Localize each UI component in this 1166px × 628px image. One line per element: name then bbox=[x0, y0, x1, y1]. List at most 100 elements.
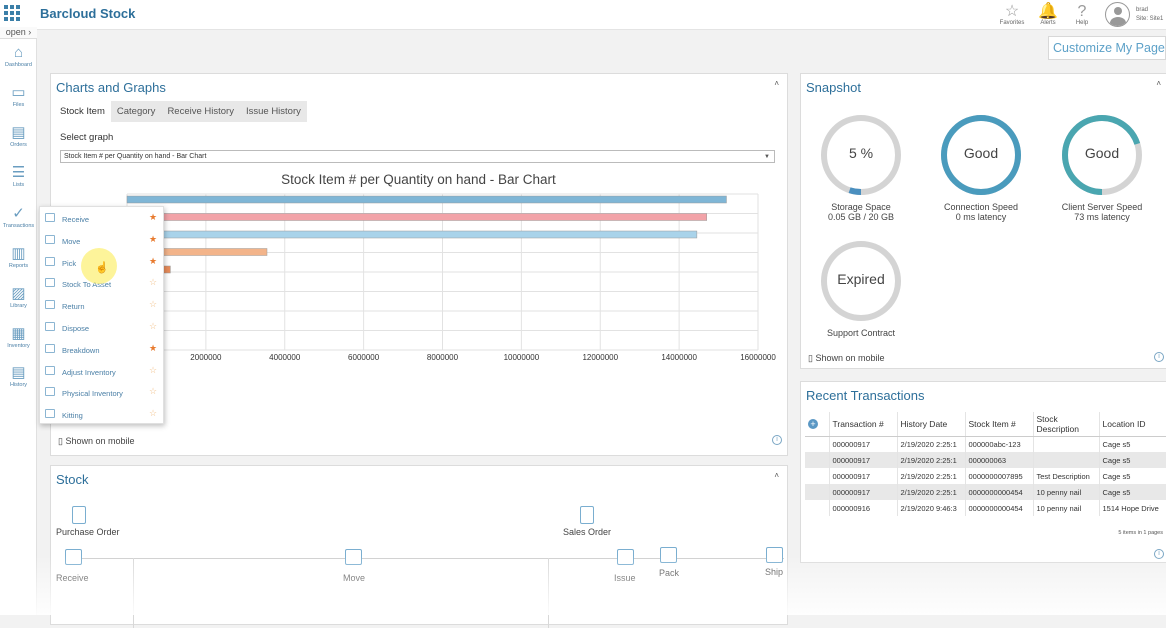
purchase-order-icon[interactable] bbox=[72, 506, 86, 524]
chart-bar[interactable] bbox=[126, 213, 707, 221]
avatar[interactable] bbox=[1105, 2, 1130, 27]
star-icon[interactable]: ☆ bbox=[149, 321, 157, 332]
question-icon: ? bbox=[1077, 3, 1087, 20]
shown-on-mobile[interactable]: ▯ Shown on mobile bbox=[58, 436, 135, 447]
table-cell: 000000916 bbox=[829, 500, 898, 516]
tab-issue-history[interactable]: Issue History bbox=[240, 101, 307, 122]
gauge-label: Support Contract bbox=[826, 328, 896, 338]
nav-transactions[interactable]: ✓ Transactions bbox=[0, 205, 37, 229]
plus-icon: + bbox=[808, 418, 818, 429]
panel-title: Stock bbox=[56, 472, 89, 487]
add-column-header[interactable]: + bbox=[805, 412, 830, 437]
x-tick-label: 4000000 bbox=[269, 353, 301, 362]
table-cell: 2/19/2020 2:25:1 bbox=[897, 484, 966, 500]
column-header[interactable]: Transaction # bbox=[829, 412, 898, 437]
transaction-icon bbox=[45, 409, 55, 419]
row-spacer bbox=[805, 436, 830, 452]
star-icon[interactable]: ☆ bbox=[149, 386, 157, 397]
transaction-icon bbox=[45, 278, 55, 288]
nav-files[interactable]: ▭ Files bbox=[0, 84, 37, 108]
sales-order-icon[interactable] bbox=[580, 506, 594, 524]
chart-title: Stock Item # per Quantity on hand - Bar … bbox=[281, 172, 556, 187]
user-info[interactable]: brad Site: Site1 bbox=[1136, 6, 1163, 24]
help-button[interactable]: ? Help bbox=[1064, 3, 1100, 26]
flow-line bbox=[548, 558, 549, 628]
move-node-icon[interactable] bbox=[345, 549, 362, 565]
table-cell: 000000abc-123 bbox=[965, 436, 1034, 452]
stock-panel: Stock ˄ Purchase Order Sales Order Recei… bbox=[50, 465, 788, 628]
nav-reports[interactable]: ▥ Reports bbox=[0, 245, 37, 269]
gauge-sub: 73 ms latency bbox=[1074, 212, 1130, 222]
ship-node-icon[interactable] bbox=[766, 547, 783, 563]
nav-history[interactable]: ▤ History bbox=[0, 364, 37, 388]
menu-item-receive[interactable]: Receive ★ bbox=[40, 208, 165, 230]
collapse-caret-icon[interactable]: ˄ bbox=[774, 471, 779, 480]
menu-item-breakdown[interactable]: Breakdown ★ bbox=[40, 339, 165, 361]
star-icon[interactable]: ☆ bbox=[149, 365, 157, 376]
chart-bar[interactable] bbox=[126, 195, 727, 204]
star-icon[interactable]: ★ bbox=[149, 343, 157, 354]
star-icon[interactable]: ☆ bbox=[149, 277, 157, 288]
nav-inventory[interactable]: ▦ Inventory bbox=[0, 325, 37, 349]
transactions-table: + Transaction # History Date Stock Item … bbox=[805, 412, 1166, 516]
recent-transactions-panel: Recent Transactions + Transaction # Hist… bbox=[800, 381, 1166, 563]
customize-my-page-button[interactable]: Customize My Page bbox=[1048, 36, 1166, 60]
issue-node-label: Issue bbox=[614, 573, 636, 583]
chart-tabs: Stock Item Category Receive History Issu… bbox=[54, 101, 307, 122]
graph-select[interactable]: Stock Item # per Quantity on hand - Bar … bbox=[60, 150, 775, 163]
table-cell: Cage s5 bbox=[1102, 471, 1131, 481]
menu-item-adjust-inventory[interactable]: Adjust Inventory ☆ bbox=[40, 361, 165, 383]
menu-item-dispose[interactable]: Dispose ☆ bbox=[40, 317, 165, 339]
issue-node-icon[interactable] bbox=[617, 549, 634, 565]
open-nav-toggle[interactable]: open › bbox=[0, 27, 37, 39]
gauge-value: Good bbox=[1084, 145, 1120, 161]
x-tick-label: 8000000 bbox=[427, 353, 459, 362]
nav-orders[interactable]: ▤ Orders bbox=[0, 124, 37, 148]
nav-library[interactable]: ▨ Library bbox=[0, 285, 37, 309]
collapse-caret-icon[interactable]: ˄ bbox=[774, 79, 779, 88]
nav-lists[interactable]: ☰ Lists bbox=[0, 164, 37, 188]
menu-item-return[interactable]: Return ☆ bbox=[40, 295, 165, 317]
menu-item-label: Pick bbox=[62, 258, 77, 268]
menu-item-label: Dispose bbox=[62, 324, 90, 333]
sales-order-label: Sales Order bbox=[563, 527, 612, 537]
info-icon[interactable]: i bbox=[1154, 549, 1164, 559]
document-icon: ▤ bbox=[11, 124, 26, 141]
snapshot-panel: Snapshot ˄ 5 % Storage Space 0.05 GB / 20 … bbox=[800, 73, 1166, 369]
column-header[interactable]: Stock Item # bbox=[965, 412, 1034, 437]
app-grid-icon[interactable] bbox=[4, 5, 20, 21]
cursor-icon: ☝ bbox=[95, 262, 109, 274]
chart-bar[interactable] bbox=[126, 230, 698, 239]
receive-node-label: Receive bbox=[56, 573, 89, 583]
table-row[interactable]: 000000917 2/19/2020 2:25:1 0000000000454 10… bbox=[805, 484, 1166, 500]
star-icon[interactable]: ☆ bbox=[149, 299, 157, 310]
collapse-caret-icon[interactable]: ˄ bbox=[1156, 79, 1161, 88]
purchase-order-label: Purchase Order bbox=[56, 527, 120, 537]
receive-node-icon[interactable] bbox=[65, 549, 82, 565]
table-row[interactable]: 000000917 2/19/2020 2:25:1 0000000007895 Te… bbox=[805, 468, 1166, 484]
alerts-button[interactable]: 🔔 Alerts bbox=[1030, 3, 1066, 26]
pack-node-icon[interactable] bbox=[660, 547, 677, 563]
star-icon[interactable]: ☆ bbox=[149, 408, 157, 419]
nav-dashboard[interactable]: ⌂ Dashboard bbox=[0, 44, 37, 68]
menu-item-physical-inventory[interactable]: Physical Inventory ☆ bbox=[40, 382, 165, 404]
tab-receive-history[interactable]: Receive History bbox=[161, 101, 240, 122]
info-icon[interactable]: i bbox=[772, 435, 782, 445]
tab-stock-item[interactable]: Stock Item bbox=[54, 101, 111, 122]
table-row[interactable]: 000000917 2/19/2020 2:25:1 000000063 Cage s… bbox=[805, 452, 1166, 468]
column-header[interactable]: History Date bbox=[897, 412, 966, 437]
chevron-down-icon: ▼ bbox=[764, 154, 770, 160]
star-icon[interactable]: ★ bbox=[149, 234, 157, 245]
column-header[interactable]: Stock Description bbox=[1033, 412, 1100, 437]
menu-item-kitting[interactable]: Kitting ☆ bbox=[40, 404, 165, 426]
info-icon[interactable]: i bbox=[1154, 352, 1164, 362]
column-header[interactable]: Location ID bbox=[1099, 412, 1166, 437]
favorites-button[interactable]: ☆ Favorites bbox=[994, 3, 1030, 26]
tab-category[interactable]: Category bbox=[111, 101, 162, 122]
star-icon[interactable]: ★ bbox=[149, 212, 157, 223]
star-icon[interactable]: ★ bbox=[149, 256, 157, 267]
table-row[interactable]: 000000916 2/19/2020 9:46:3 0000000000454 10… bbox=[805, 500, 1166, 516]
shown-on-mobile[interactable]: ▯ Shown on mobile bbox=[808, 353, 885, 364]
table-cell: 000000917 bbox=[829, 452, 898, 468]
table-row[interactable]: 000000917 2/19/2020 2:25:1 000000abc-123 Ca… bbox=[805, 436, 1166, 452]
